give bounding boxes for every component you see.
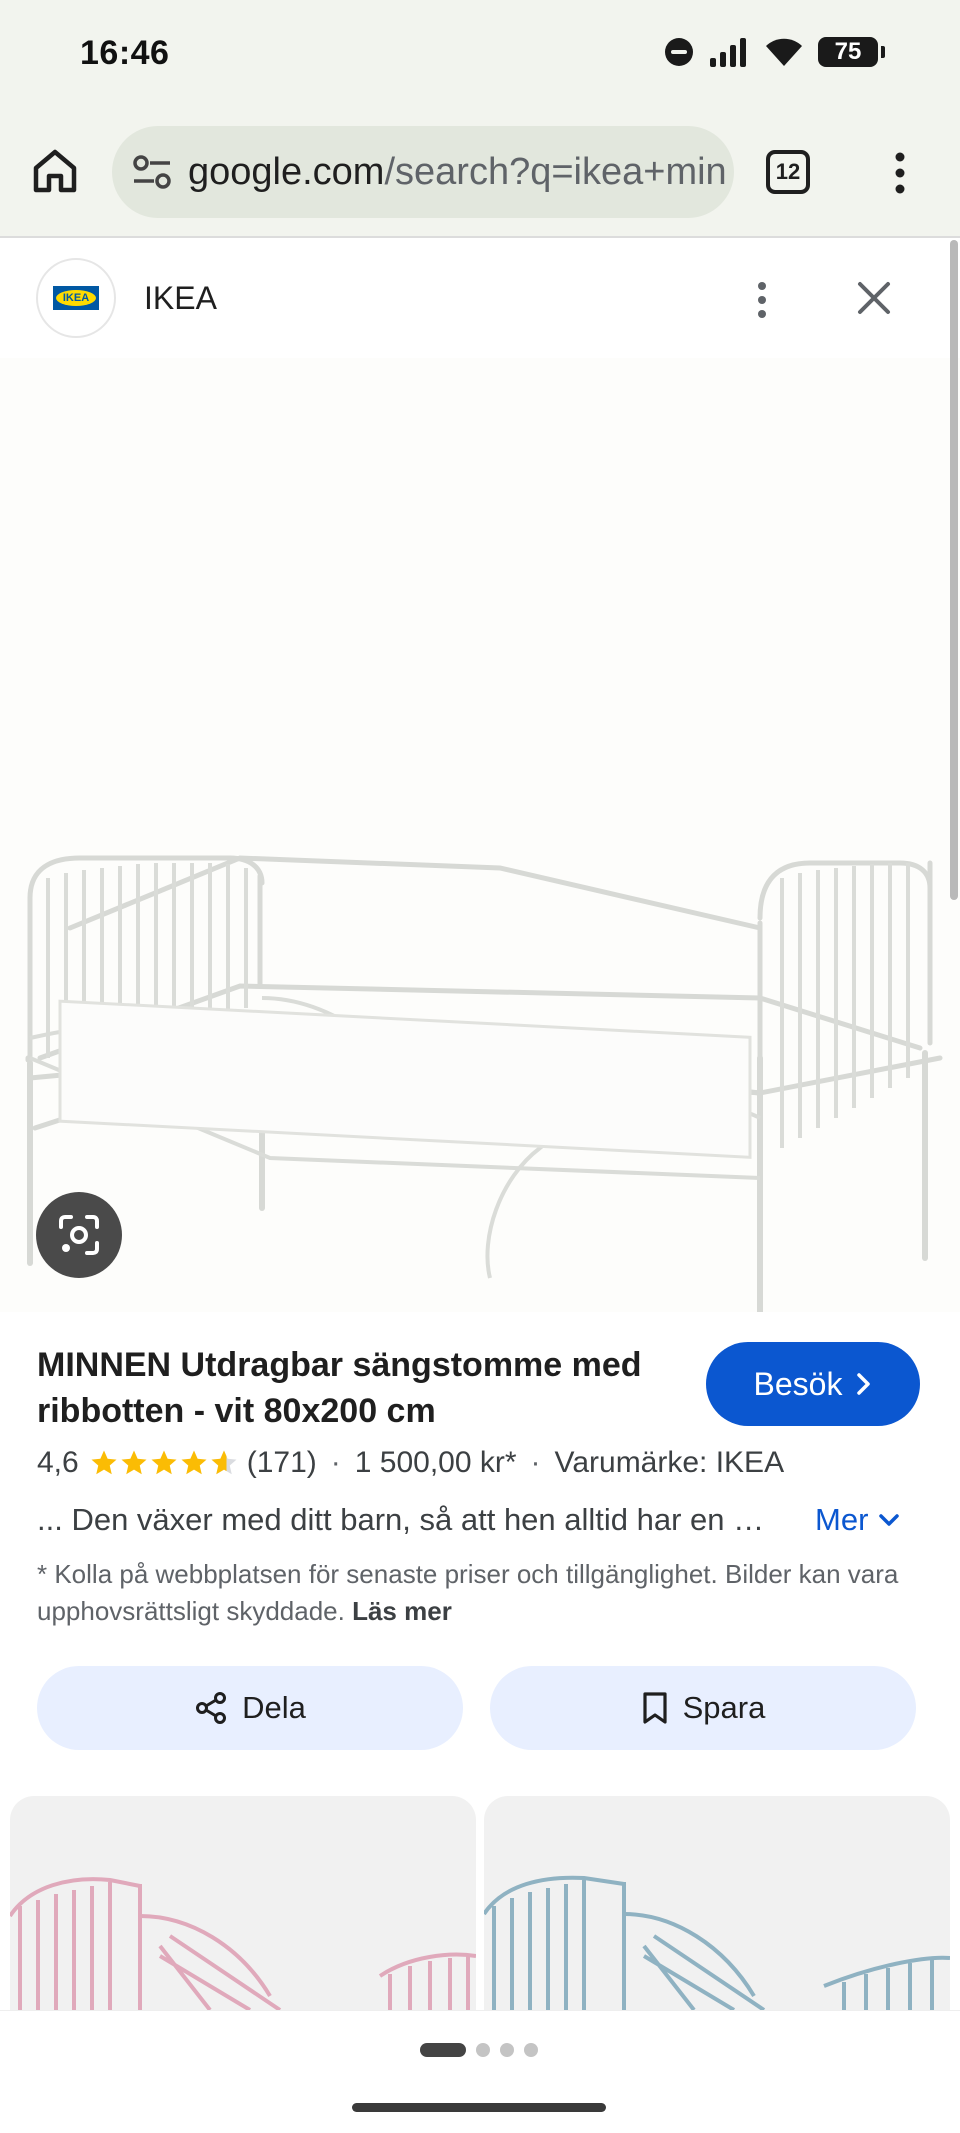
separator: · [530,1446,541,1479]
ikea-logo-text: IKEA [56,290,96,306]
source-name[interactable]: IKEA [144,280,217,317]
share-button-label: Dela [242,1690,306,1725]
url-text: google.com/search?q=ikea+minnen [188,150,728,194]
disclaimer-text: * Kolla på webbplatsen för senaste prise… [37,1559,899,1626]
bookmark-icon [643,1692,667,1724]
star-icon [121,1450,147,1475]
save-button[interactable]: Spara [490,1666,916,1750]
status-icons: 75 [664,36,885,68]
lens-icon [59,1215,99,1255]
pink-bed-thumbnail [10,1877,476,2010]
site-settings-icon[interactable] [132,154,172,190]
visit-button[interactable]: Besök [706,1342,920,1426]
product-image[interactable] [0,358,960,1312]
tab-switcher-button[interactable]: 12 [766,150,810,194]
related-images [0,1796,960,2010]
product-price: 1 500,00 kr* [354,1446,517,1479]
page-dot-active[interactable] [420,2043,466,2057]
page-dot[interactable] [500,2043,514,2057]
separator: · [330,1446,341,1479]
status-time: 16:46 [80,34,170,72]
share-button[interactable]: Dela [37,1666,463,1750]
more-options-icon[interactable] [740,278,784,322]
ikea-logo[interactable]: IKEA [36,258,116,338]
close-icon[interactable] [852,276,896,320]
save-button-label: Spara [682,1690,766,1725]
scrollbar-thumb[interactable] [950,240,958,900]
product-title[interactable]: MINNEN Utdragbar sängstomme med ribbotte… [37,1342,667,1434]
related-image-card[interactable] [10,1796,476,2010]
star-icon [181,1450,207,1475]
blue-bed-thumbnail [484,1875,950,2010]
read-more-link[interactable]: Läs mer [352,1596,452,1626]
source-header: IKEA IKEA [0,240,960,358]
do-not-disturb-icon [665,38,693,66]
product-description: ... Den växer med ditt barn, så att hen … [37,1502,777,1537]
visit-button-label: Besök [753,1365,843,1402]
more-button[interactable]: Mer [815,1502,900,1538]
overflow-menu-icon[interactable] [880,148,920,198]
url-path: /search?q=ikea+minnen [384,151,728,193]
review-count[interactable]: (171) [247,1446,317,1480]
google-lens-button[interactable] [36,1192,122,1278]
battery-indicator: 75 [818,37,885,67]
product-brand: Varumärke: IKEA [554,1446,785,1479]
star-icon [91,1450,117,1475]
browser-toolbar: google.com/search?q=ikea+minnen 12 [0,108,960,238]
wifi-icon [766,38,802,66]
chevron-down-icon [879,1514,900,1526]
gesture-handle[interactable] [352,2103,606,2112]
price-disclaimer: * Kolla på webbplatsen för senaste prise… [37,1556,917,1630]
address-bar[interactable]: google.com/search?q=ikea+minnen [112,126,734,218]
url-host: google.com [188,151,385,193]
rating-value: 4,6 [37,1446,79,1479]
page-dot[interactable] [476,2043,490,2057]
status-bar: 16:46 75 [0,0,960,108]
related-image-card[interactable] [484,1796,950,2010]
share-icon [196,1692,227,1724]
page-dot[interactable] [524,2043,538,2057]
more-button-label: Mer [815,1502,869,1537]
chevron-right-icon [857,1373,871,1395]
rating-stars [89,1448,239,1478]
half-star-icon [211,1450,237,1475]
bottom-navigation [0,2010,960,2133]
bed-illustration [25,855,943,1312]
signal-icon [710,38,746,67]
page-indicator [420,2043,538,2057]
home-icon[interactable] [30,146,80,196]
product-meta: 4,6 (171) · 1 500,00 kr* · Varumärke: IK… [37,1446,937,1480]
star-icon [151,1450,177,1475]
